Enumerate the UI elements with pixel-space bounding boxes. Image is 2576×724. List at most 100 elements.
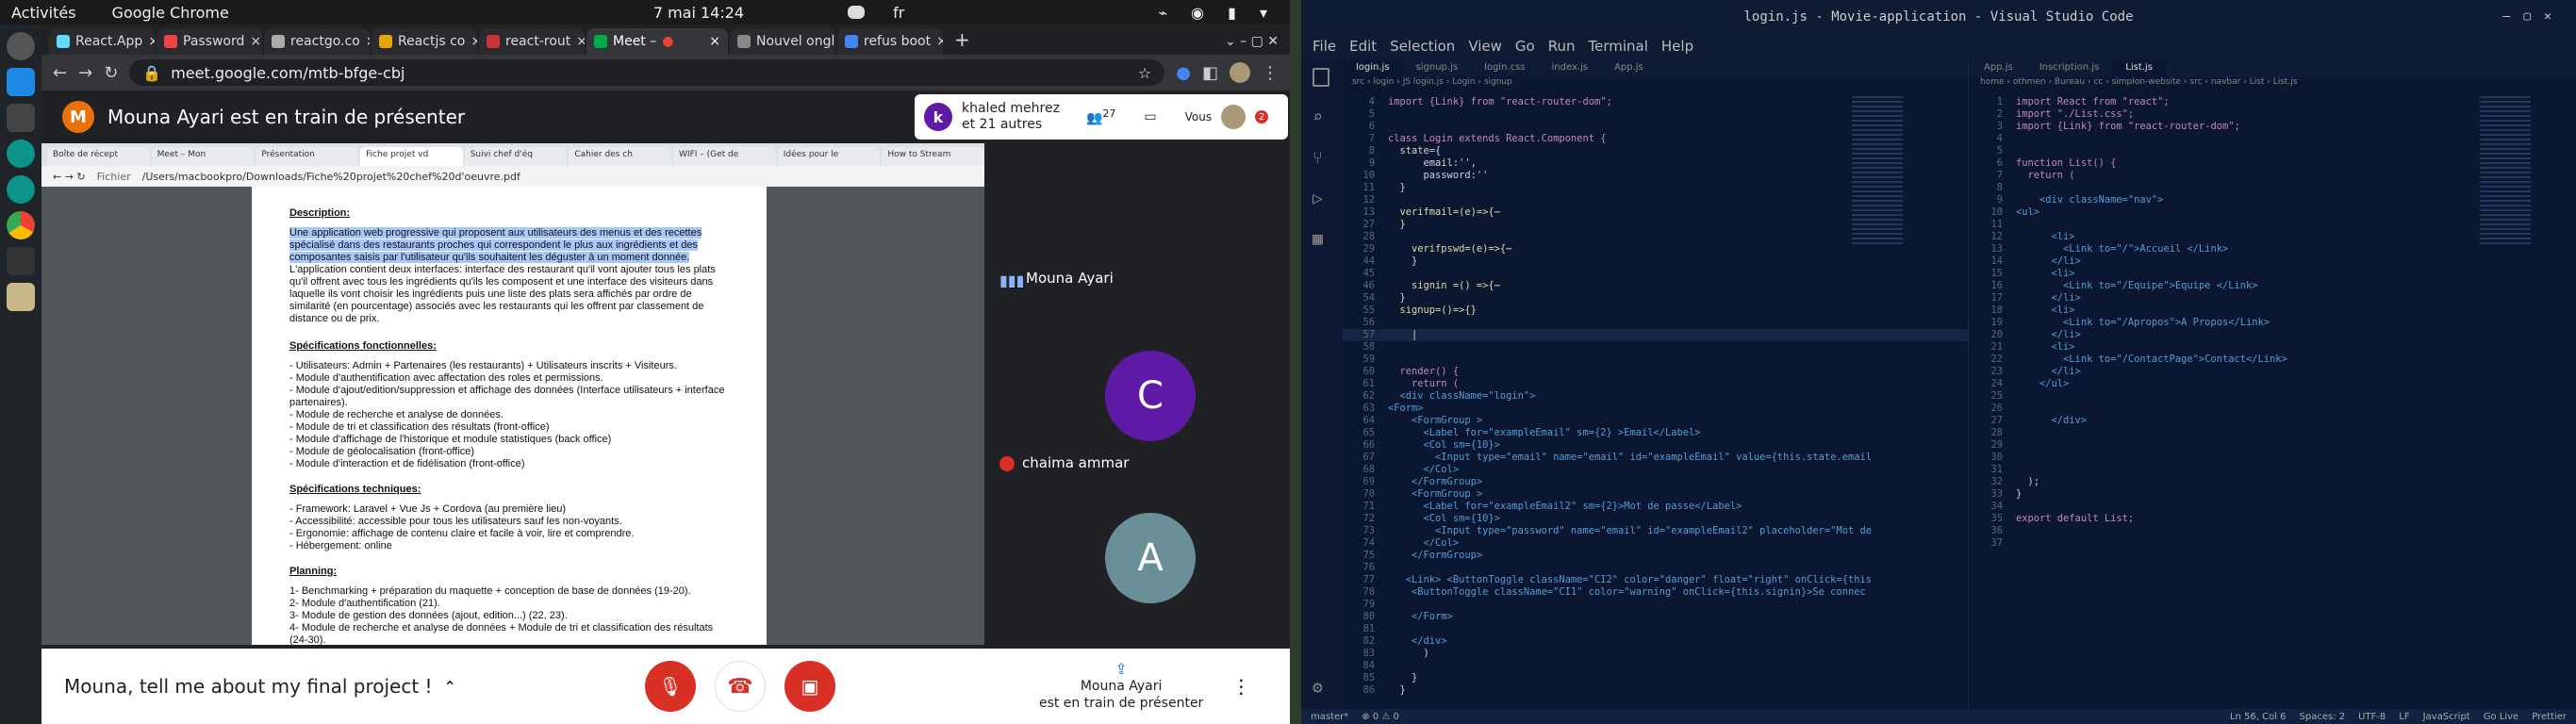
system-tray[interactable]: ⌁ ◉ ▮ ▾ xyxy=(1158,4,1277,22)
code-line[interactable]: 64 <FormGroup > xyxy=(1343,415,1968,427)
status-item[interactable]: LF xyxy=(2399,712,2409,722)
tile-participant[interactable]: A xyxy=(994,492,1288,645)
code-line[interactable]: 26 xyxy=(1971,403,2576,415)
forward-icon[interactable]: → xyxy=(78,63,92,83)
code-line[interactable]: 84 xyxy=(1343,660,1968,672)
files-icon[interactable] xyxy=(7,283,35,311)
code-line[interactable]: 55 signup=()=>{} xyxy=(1343,304,1968,317)
camera-off-button[interactable]: ▣ xyxy=(784,661,835,712)
code-line[interactable]: 65 <Label for="exampleEmail" sm={2} >Ema… xyxy=(1343,427,1968,439)
debug-icon[interactable]: ▷ xyxy=(1313,189,1331,208)
browser-tab[interactable]: react-rout × xyxy=(479,28,585,55)
git-branch[interactable]: master* xyxy=(1311,712,1348,722)
close-tab-icon[interactable]: × xyxy=(148,34,155,49)
settings-gear-icon[interactable]: ⚙ xyxy=(1313,678,1323,698)
close-tab-icon[interactable]: × xyxy=(936,34,943,49)
code-line[interactable]: 70 <FormGroup > xyxy=(1343,488,1968,501)
code-line[interactable]: 67 <Input type="email" name="email" id="… xyxy=(1343,452,1968,464)
menu-item[interactable]: Terminal xyxy=(1589,38,1648,55)
menu-item[interactable]: Go xyxy=(1515,38,1535,55)
status-item[interactable]: Prettier xyxy=(2532,712,2567,722)
code-line[interactable]: 31 xyxy=(1971,464,2576,476)
code-line[interactable]: 19 <Link to="/Apropos">A Propos</Link> xyxy=(1971,317,2576,329)
app-icon[interactable] xyxy=(7,104,35,132)
code-line[interactable]: 57 | xyxy=(1343,329,1968,341)
code-line[interactable]: 23 </li> xyxy=(1971,366,2576,378)
code-line[interactable]: 62 <div className="login"> xyxy=(1343,390,1968,403)
browser-tab[interactable]: refus boot × xyxy=(837,28,943,55)
code-line[interactable]: 33} xyxy=(1971,488,2576,501)
presenting-status[interactable]: ⇪ Mouna Ayari est en train de présenter xyxy=(1039,661,1203,712)
code-line[interactable]: 34 xyxy=(1971,501,2576,513)
new-tab-button[interactable]: + xyxy=(945,28,980,55)
more-options-icon[interactable]: ⋮ xyxy=(1231,675,1250,698)
chrome-icon[interactable] xyxy=(7,211,35,239)
code-line[interactable]: 69 </FormGroup> xyxy=(1343,476,1968,488)
chevron-up-icon[interactable]: ⌃ xyxy=(444,678,456,696)
hang-up-button[interactable]: ☎ xyxy=(714,661,766,712)
settings-icon[interactable] xyxy=(7,32,35,60)
code-line[interactable]: 61 return ( xyxy=(1343,378,1968,390)
editor-tab[interactable]: login.js xyxy=(1343,58,1403,77)
status-item[interactable]: Ln 56, Col 6 xyxy=(2230,712,2287,722)
code-line[interactable]: 54 } xyxy=(1343,292,1968,304)
menu-item[interactable]: View xyxy=(1468,38,1502,55)
code-line[interactable]: 77 <Link> <ButtonToggle className="CI2" … xyxy=(1343,574,1968,586)
code-line[interactable]: 71 <Label for="exampleEmail2" sm={2}>Mot… xyxy=(1343,501,1968,513)
extension-icon[interactable]: ◧ xyxy=(1202,63,1218,83)
people-icon[interactable]: 👥27 xyxy=(1086,107,1115,126)
code-line[interactable]: 76 xyxy=(1343,562,1968,574)
status-item[interactable]: UTF-8 xyxy=(2358,712,2386,722)
code-line[interactable]: 15 <li> xyxy=(1971,268,2576,280)
code-line[interactable]: 36 xyxy=(1971,525,2576,537)
code-line[interactable]: 16 <Link to="/Equipe">Equipe </Link> xyxy=(1971,280,2576,292)
editor-tab[interactable]: Inscription.js xyxy=(2026,58,2113,77)
close-tab-icon[interactable]: × xyxy=(709,34,720,49)
editor-tab[interactable]: List.js xyxy=(2112,58,2166,77)
browser-tab[interactable]: Reactjs co × xyxy=(372,28,477,55)
reload-icon[interactable]: ↻ xyxy=(104,63,118,83)
code-line[interactable]: 45 xyxy=(1343,268,1968,280)
status-item[interactable]: Spaces: 2 xyxy=(2300,712,2346,722)
code-line[interactable]: 63 <Form> xyxy=(1343,403,1968,415)
code-line[interactable]: 29 xyxy=(1971,439,2576,452)
chat-icon[interactable]: ▭ xyxy=(1144,109,1156,124)
code-line[interactable]: 20 </li> xyxy=(1971,329,2576,341)
code-line[interactable]: 18 <li> xyxy=(1971,304,2576,317)
source-control-icon[interactable]: ⑂ xyxy=(1313,148,1331,168)
extensions-icon[interactable]: ▦ xyxy=(1313,229,1331,249)
bookmark-star-icon[interactable]: ☆ xyxy=(1138,64,1151,82)
minimap[interactable] xyxy=(2480,96,2531,247)
status-item[interactable]: JavaScript xyxy=(2423,712,2470,722)
code-line[interactable]: 68 </Col> xyxy=(1343,464,1968,476)
code-line[interactable]: 79 xyxy=(1343,599,1968,611)
browser-tab[interactable]: React.App × xyxy=(49,28,155,55)
terminal-icon[interactable] xyxy=(7,247,35,275)
minimap[interactable] xyxy=(1852,96,1903,247)
code-line[interactable]: 32 ); xyxy=(1971,476,2576,488)
meeting-title[interactable]: Mouna, tell me about my final project ! xyxy=(64,675,433,698)
menu-item[interactable]: Run xyxy=(1548,38,1576,55)
app-icon[interactable] xyxy=(7,140,35,168)
code-line[interactable]: 28 xyxy=(1971,427,2576,439)
browser-tab[interactable]: reactgo.co × xyxy=(264,28,370,55)
language-indicator[interactable]: fr xyxy=(893,4,904,22)
code-line[interactable]: 86 } xyxy=(1343,684,1968,697)
code-line[interactable]: 58 xyxy=(1343,341,1968,354)
code-line[interactable]: 78 <ButtonToggle className="CI1" color="… xyxy=(1343,586,1968,599)
editor-tab[interactable]: login.css xyxy=(1471,58,1538,77)
extension-icon[interactable]: ● xyxy=(1176,63,1191,83)
status-item[interactable]: Go Live xyxy=(2484,712,2518,722)
code-line[interactable]: 14 </li> xyxy=(1971,255,2576,268)
browser-tab[interactable]: Meet – ● × xyxy=(586,28,728,55)
code-line[interactable]: 72 <Col sm={10}> xyxy=(1343,513,1968,525)
code-line[interactable]: 75 </FormGroup> xyxy=(1343,550,1968,562)
explorer-icon[interactable] xyxy=(1313,68,1329,87)
close-tab-icon[interactable]: × xyxy=(471,34,477,49)
code-line[interactable]: 74 </Col> xyxy=(1343,537,1968,550)
problems-indicator[interactable]: ⊗ 0 ⚠ 0 xyxy=(1362,712,1399,722)
editor-right[interactable]: App.js Inscription.js List.js home › othme… xyxy=(1971,58,2576,709)
window-controls[interactable]: –▢✕ xyxy=(2503,9,2565,24)
code-line[interactable]: 85 } xyxy=(1343,672,1968,684)
code-line[interactable]: 60 render() { xyxy=(1343,366,1968,378)
